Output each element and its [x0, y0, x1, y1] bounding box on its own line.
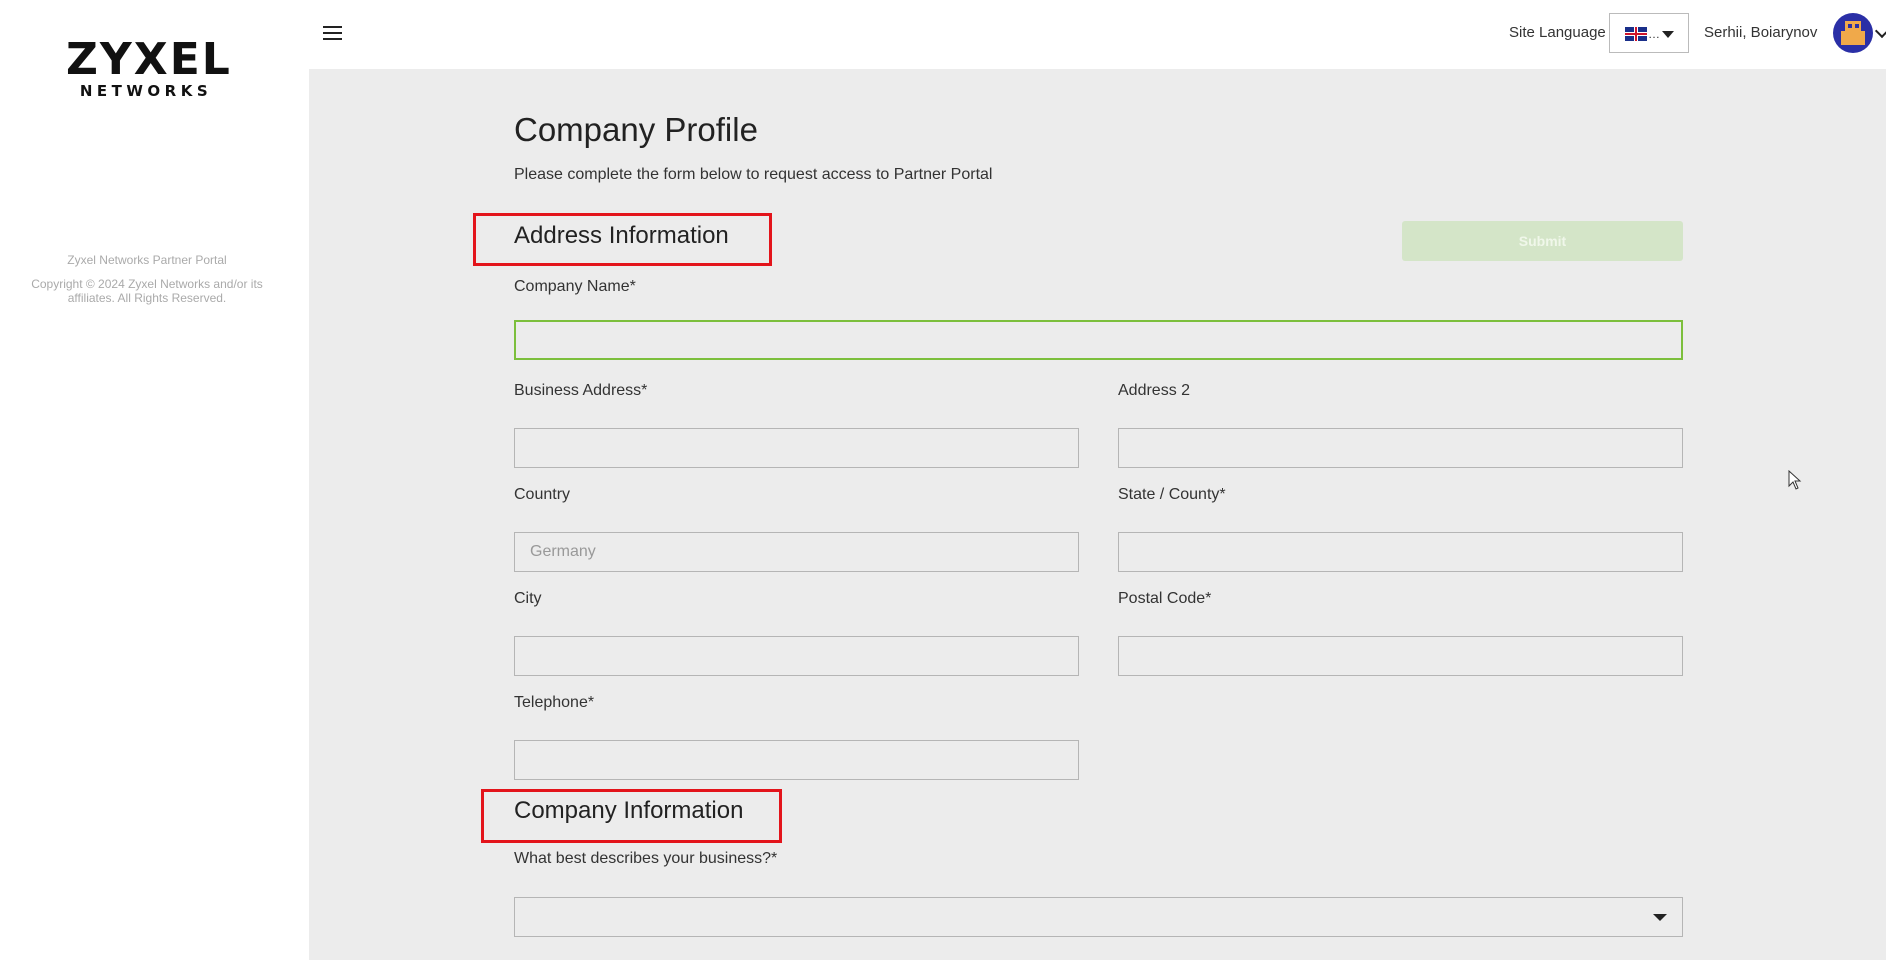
address2-input[interactable] — [1118, 428, 1683, 468]
business-address-label: Business Address* — [514, 382, 648, 399]
site-language-label: Site Language — [1509, 24, 1606, 41]
logo-main-text: ZYXEL — [66, 34, 232, 85]
portal-name: Zyxel Networks Partner Portal — [67, 253, 227, 267]
hamburger-menu-icon[interactable] — [320, 22, 346, 44]
city-input[interactable] — [514, 636, 1079, 676]
postal-code-label: Postal Code* — [1118, 590, 1212, 607]
caret-down-icon — [1653, 914, 1667, 921]
submit-button[interactable]: Submit — [1402, 221, 1683, 261]
main-content: Company Profile Please complete the form… — [309, 69, 1886, 960]
telephone-label: Telephone* — [514, 694, 595, 711]
zyxel-logo[interactable]: ZYXEL NETWORKS — [66, 34, 232, 101]
uk-flag-icon — [1625, 27, 1647, 41]
address-section-title: Address Information — [514, 222, 729, 249]
company-name-input[interactable] — [514, 320, 1683, 360]
copyright-text: Copyright © 2024 Zyxel Networks and/or i… — [31, 277, 263, 305]
postal-code-input[interactable] — [1118, 636, 1683, 676]
business-type-select[interactable] — [514, 897, 1683, 937]
country-input[interactable]: Germany — [514, 532, 1079, 572]
logo-sub-text: NETWORKS — [79, 82, 213, 100]
caret-down-icon — [1662, 31, 1674, 38]
language-select[interactable]: … — [1609, 13, 1689, 53]
page-title: Company Profile — [514, 111, 758, 148]
address2-label: Address 2 — [1118, 382, 1191, 399]
sidebar: ZYXEL NETWORKS Zyxel Networks Partner Po… — [0, 0, 309, 960]
sidebar-footer: Zyxel Networks Partner Portal Copyright … — [10, 253, 284, 305]
state-label: State / County* — [1118, 486, 1226, 503]
state-input[interactable] — [1118, 532, 1683, 572]
country-label: Country — [514, 486, 571, 503]
city-label: City — [514, 590, 542, 607]
business-address-input[interactable] — [514, 428, 1079, 468]
business-type-label: What best describes your business?* — [514, 850, 778, 867]
user-name[interactable]: Serhii, Boiarynov — [1704, 24, 1817, 41]
avatar[interactable] — [1833, 13, 1873, 53]
chevron-down-icon[interactable] — [1874, 23, 1886, 39]
mouse-cursor-icon — [1788, 470, 1802, 490]
page-subtitle: Please complete the form below to reques… — [514, 166, 993, 183]
top-bar: Site Language … Serhii, Boiarynov — [309, 0, 1886, 69]
language-selected-value: … — [1648, 27, 1660, 41]
company-name-label: Company Name* — [514, 278, 636, 295]
company-section-title: Company Information — [514, 797, 744, 824]
telephone-input[interactable] — [514, 740, 1079, 780]
